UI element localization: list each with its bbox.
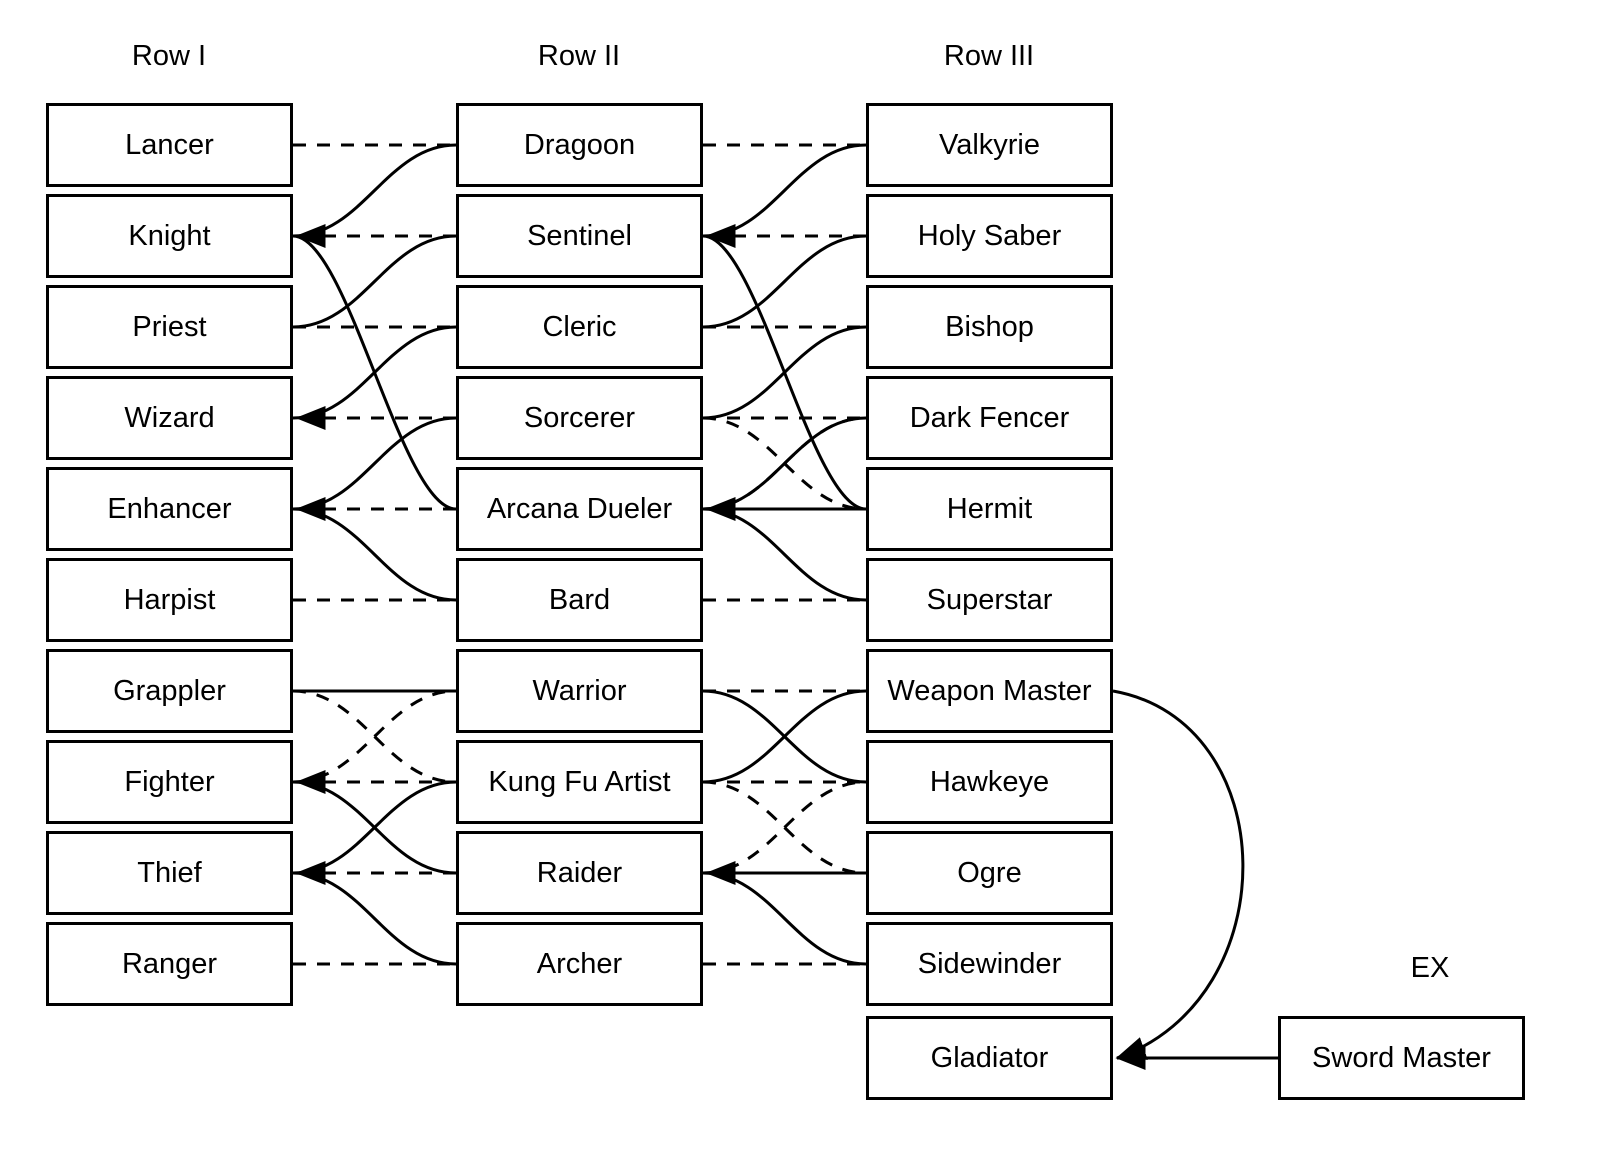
node-warrior[interactable]: Warrior (456, 649, 703, 733)
node-enhancer[interactable]: Enhancer (46, 467, 293, 551)
column-header-row1: Row I (131, 40, 207, 72)
edge-grappler-to-kungfu (292, 689, 457, 784)
edge-enhancer-to-sorcerer (292, 416, 457, 511)
node-sentinel[interactable]: Sentinel (456, 194, 703, 278)
node-gladiator[interactable]: Gladiator (866, 1016, 1113, 1100)
edge-arcana-to-superstar (702, 507, 867, 602)
node-ogre[interactable]: Ogre (866, 831, 1113, 915)
node-holy-saber[interactable]: Holy Saber (866, 194, 1113, 278)
node-superstar[interactable]: Superstar (866, 558, 1113, 642)
node-hawkeye[interactable]: Hawkeye (866, 740, 1113, 824)
column-header-ex: EX (1410, 952, 1450, 984)
edge-knight-to-arcana (292, 234, 457, 511)
node-arcana-dueler[interactable]: Arcana Dueler (456, 467, 703, 551)
node-bard[interactable]: Bard (456, 558, 703, 642)
node-dragoon[interactable]: Dragoon (456, 103, 703, 187)
edge-enhancer-to-bard (292, 507, 457, 602)
edge-sorcerer-to-hermit (702, 416, 867, 511)
node-fighter[interactable]: Fighter (46, 740, 293, 824)
edge-sorcerer-to-bishop (702, 325, 867, 420)
edge-arcana-to-darkfencer2 (702, 416, 867, 511)
edge-weaponmstr-to-gladiator (1112, 689, 1245, 1060)
edge-arcana-to-darkfencer (702, 416, 867, 511)
node-grappler[interactable]: Grappler (46, 649, 293, 733)
edge-cleric-to-holysaber (702, 234, 867, 329)
edge-raider-to-hawkeye (702, 780, 867, 875)
node-sword-master[interactable]: Sword Master (1278, 1016, 1525, 1100)
column-header-row3: Row III (943, 40, 1035, 72)
edge-fighter-to-raider (292, 780, 457, 875)
node-ranger[interactable]: Ranger (46, 922, 293, 1006)
edge-priest-to-sentinel (292, 234, 457, 329)
node-lancer[interactable]: Lancer (46, 103, 293, 187)
edge-knight-to-dragoon (292, 143, 457, 238)
node-sidewinder[interactable]: Sidewinder (866, 922, 1113, 1006)
edge-wizard-to-cleric (292, 325, 457, 420)
node-kung-fu-artist[interactable]: Kung Fu Artist (456, 740, 703, 824)
edge-kungfu-to-weaponmstr (702, 689, 867, 784)
node-raider[interactable]: Raider (456, 831, 703, 915)
diagram-canvas: Row I Row II Row III EX Lancer Knight Pr… (0, 0, 1600, 1166)
edge-kungfu-to-ogre (702, 780, 867, 875)
edge-fighter-to-warrior (292, 689, 457, 784)
node-thief[interactable]: Thief (46, 831, 293, 915)
node-archer[interactable]: Archer (456, 922, 703, 1006)
node-hermit[interactable]: Hermit (866, 467, 1113, 551)
edge-warrior-to-hawkeye (702, 689, 867, 784)
node-weapon-master[interactable]: Weapon Master (866, 649, 1113, 733)
node-cleric[interactable]: Cleric (456, 285, 703, 369)
edge-sentinel-to-valkyrie (702, 143, 867, 238)
column-header-row2: Row II (537, 40, 621, 72)
node-wizard[interactable]: Wizard (46, 376, 293, 460)
edge-sentinel-to-hermit (702, 234, 867, 511)
node-bishop[interactable]: Bishop (866, 285, 1113, 369)
node-sorcerer[interactable]: Sorcerer (456, 376, 703, 460)
node-harpist[interactable]: Harpist (46, 558, 293, 642)
node-knight[interactable]: Knight (46, 194, 293, 278)
node-valkyrie[interactable]: Valkyrie (866, 103, 1113, 187)
edge-thief-to-archer (292, 871, 457, 966)
edge-thief-to-kungfu (292, 780, 457, 875)
node-priest[interactable]: Priest (46, 285, 293, 369)
node-dark-fencer[interactable]: Dark Fencer (866, 376, 1113, 460)
edge-raider-to-sidewinder (702, 871, 867, 966)
